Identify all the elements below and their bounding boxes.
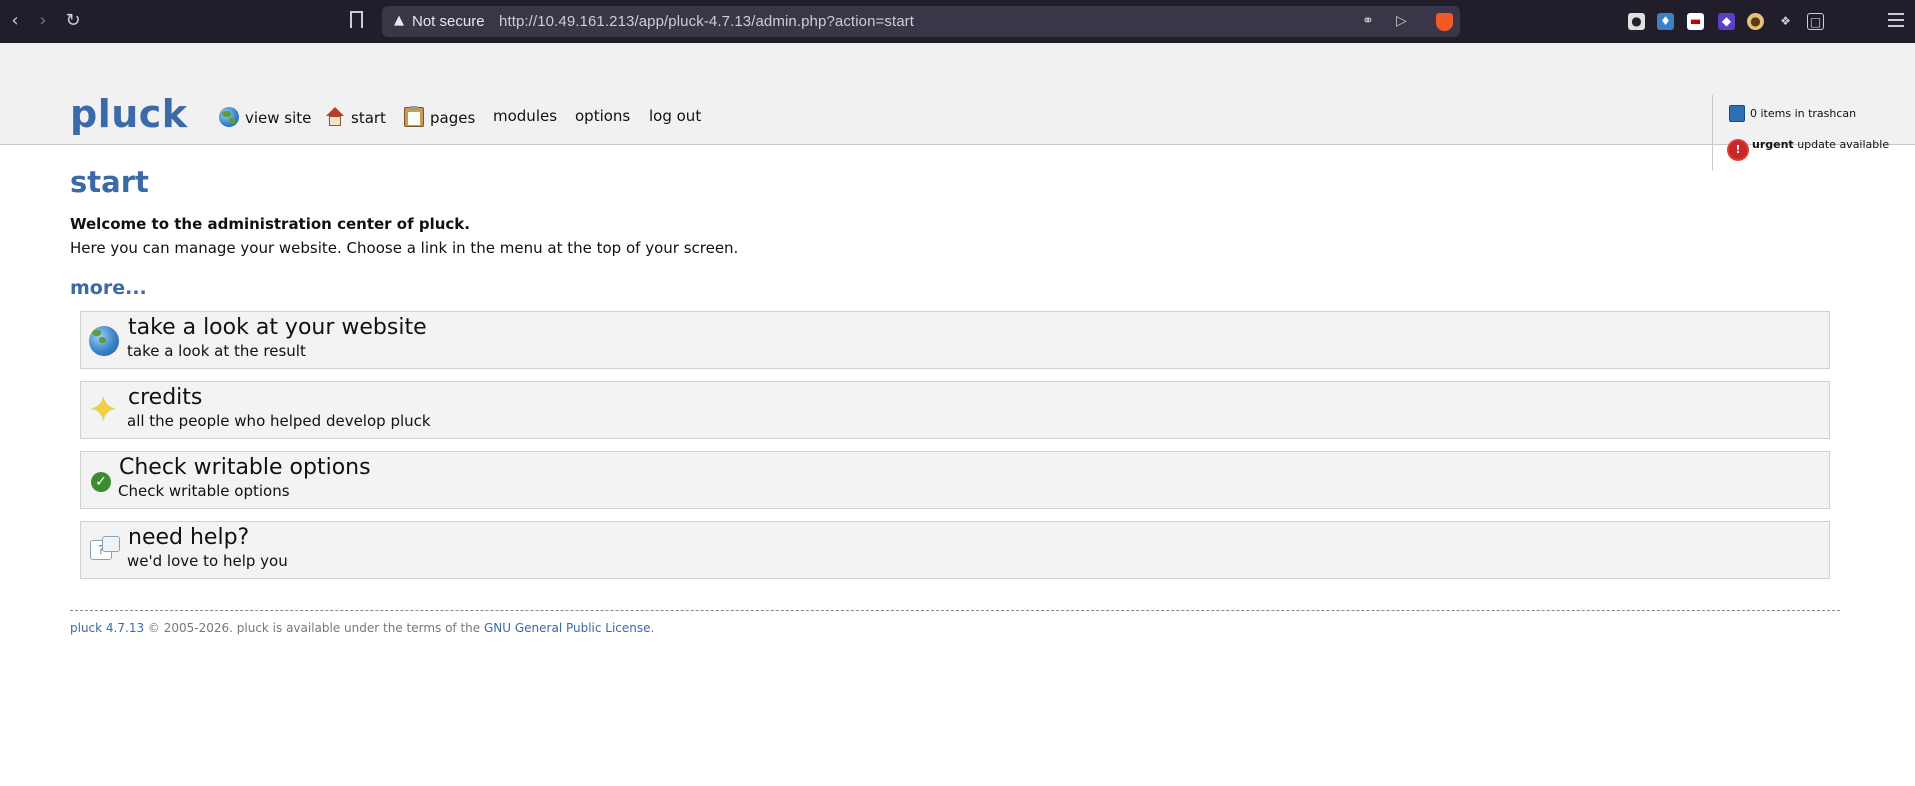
extension-icon[interactable]: ▬ — [1687, 13, 1704, 30]
urgent-label: urgent — [1752, 138, 1794, 151]
box-subtitle: take a look at the result — [127, 342, 306, 360]
bookmark-icon[interactable] — [350, 11, 363, 28]
nav-log-out[interactable]: log out — [649, 107, 701, 129]
box-subtitle: Check writable options — [118, 482, 290, 500]
help-link-box[interactable]: need help? we'd love to help you — [80, 521, 1830, 579]
logo[interactable]: pluck — [70, 92, 188, 136]
share-icon[interactable]: ▷ — [1396, 13, 1407, 29]
site-header: pluck view site start pages modules opti… — [0, 43, 1915, 171]
browser-toolbar: ‹ › ↻ ▲ Not secure http://10.49.161.213/… — [0, 0, 1915, 43]
check-icon: ✓ — [91, 472, 111, 492]
reload-icon[interactable]: ↻ — [62, 10, 84, 32]
nav-label: start — [351, 109, 386, 127]
help-icon — [89, 536, 120, 566]
more-heading: more... — [70, 277, 147, 299]
puzzle-icon[interactable]: ❖ — [1777, 13, 1794, 30]
globe-icon — [89, 326, 119, 356]
alert-icon: ! — [1729, 141, 1747, 159]
nav-label: pages — [430, 109, 476, 127]
page-title: start — [70, 165, 149, 199]
nav-start[interactable]: start — [325, 107, 386, 129]
url-text[interactable]: http://10.49.161.213/app/pluck-4.7.13/ad… — [499, 13, 914, 30]
version-link[interactable]: pluck 4.7.13 — [70, 621, 144, 635]
license-link[interactable]: GNU General Public License — [484, 621, 651, 635]
trash-text: 0 items in trashcan — [1750, 107, 1857, 120]
credits-link-box[interactable]: credits all the people who helped develo… — [80, 381, 1830, 439]
key-icon[interactable]: ⚭ — [1362, 13, 1374, 29]
brave-shield-icon[interactable] — [1436, 13, 1453, 31]
nav-label: modules — [493, 107, 558, 125]
footer-text: © 2005-2026. pluck is available under th… — [144, 621, 484, 635]
footer-end: . — [650, 621, 655, 635]
box-title[interactable]: take a look at your website — [128, 315, 427, 340]
footer: pluck 4.7.13 © 2005-2026. pluck is avail… — [70, 621, 654, 635]
extension-icon[interactable]: ● — [1628, 13, 1645, 30]
nav-pages[interactable]: pages — [404, 106, 476, 129]
nav-view-site[interactable]: view site — [219, 107, 311, 129]
extension-icon[interactable]: ◆ — [1718, 13, 1735, 30]
reader-icon[interactable]: □ — [1807, 13, 1824, 30]
update-text: update available — [1797, 138, 1890, 151]
extension-icon[interactable]: ● — [1747, 13, 1764, 30]
warning-icon: ▲ — [394, 13, 404, 28]
box-subtitle: we'd love to help you — [127, 552, 288, 570]
intro-text: Here you can manage your website. Choose… — [70, 239, 739, 257]
trashcan-link[interactable]: 0 items in trashcan — [1729, 105, 1856, 122]
menu-icon[interactable] — [1888, 13, 1904, 27]
security-label: Not secure — [412, 13, 485, 30]
update-link[interactable]: ! urgent update available — [1729, 138, 1889, 159]
writable-options-box[interactable]: ✓ Check writable options Check writable … — [80, 451, 1830, 509]
nav-label: log out — [649, 107, 702, 125]
nav-label: options — [575, 107, 631, 125]
status-panel: 0 items in trashcan ! urgent update avail… — [1712, 95, 1915, 171]
extension-icon[interactable]: ♦ — [1657, 13, 1674, 30]
website-link-box[interactable]: take a look at your website take a look … — [80, 311, 1830, 369]
nav-options[interactable]: options — [575, 107, 630, 129]
box-subtitle: all the people who helped develop pluck — [127, 412, 431, 430]
globe-icon — [219, 107, 239, 127]
footer-divider — [70, 610, 1840, 611]
clipboard-icon — [404, 106, 424, 127]
trashcan-icon — [1729, 105, 1745, 122]
box-title[interactable]: credits — [128, 385, 202, 410]
home-icon — [325, 107, 345, 127]
nav-label: view site — [245, 109, 312, 127]
address-bar[interactable]: ▲ Not secure http://10.49.161.213/app/pl… — [382, 6, 1460, 37]
welcome-text: Welcome to the administration center of … — [70, 215, 470, 233]
nav-modules[interactable]: modules — [493, 107, 557, 129]
box-title[interactable]: need help? — [128, 525, 249, 550]
back-icon[interactable]: ‹ — [4, 10, 26, 32]
forward-icon[interactable]: › — [32, 10, 54, 32]
star-icon — [89, 390, 119, 430]
box-title[interactable]: Check writable options — [119, 455, 371, 480]
